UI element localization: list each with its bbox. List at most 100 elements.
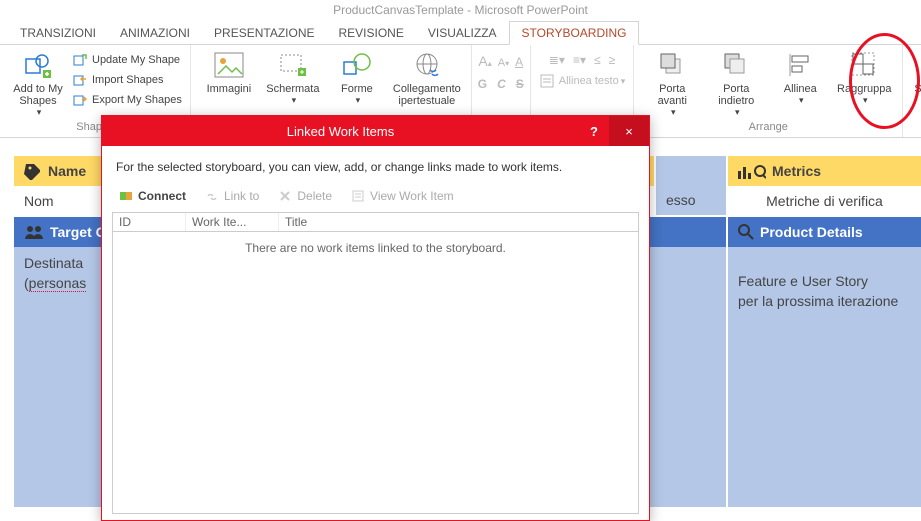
storyboard-links-button[interactable]: Storyboard Links — [909, 47, 921, 109]
porta-avanti-label: Porta avanti — [658, 83, 687, 107]
image-icon — [213, 49, 245, 81]
magnifier-icon — [738, 224, 754, 240]
details-body-l2: per la prossima iterazione — [738, 293, 898, 309]
tab-visualizza[interactable]: VISUALIZZA — [416, 22, 509, 44]
add-to-my-shapes-button[interactable]: Add to My Shapes ▾ — [6, 47, 70, 120]
group-icon — [848, 49, 880, 81]
schermata-label: Schermata — [266, 83, 319, 95]
tab-transizioni[interactable]: TRANSIZIONI — [8, 22, 108, 44]
collegamento-button[interactable]: Collegamento ipertestuale — [389, 47, 465, 109]
name-header-label: Name — [48, 163, 86, 179]
tab-animazioni[interactable]: ANIMAZIONI — [108, 22, 202, 44]
chevron-down-icon: ▾ — [671, 107, 676, 118]
allinea-label: Allinea — [784, 83, 817, 95]
decrease-font-button[interactable]: A▾ — [498, 57, 509, 69]
chevron-down-icon: ▾ — [356, 95, 361, 106]
allinea-testo-label: Allinea testo — [559, 75, 619, 87]
group-label-arrange: Arrange — [640, 121, 896, 135]
chevron-down-icon: ▾ — [799, 95, 804, 106]
immagini-label: Immagini — [207, 83, 252, 95]
outdent-button[interactable]: ≤ — [594, 53, 601, 67]
allinea-testo-button[interactable]: Allinea testo▾ — [537, 69, 627, 90]
align-text-icon — [539, 73, 555, 89]
add-to-my-shapes-label: Add to My Shapes — [13, 83, 63, 107]
porta-indietro-label: Porta indietro — [718, 83, 754, 107]
import-shapes-button[interactable]: Import Shapes — [70, 71, 184, 89]
link-to-label: Link to — [224, 189, 259, 203]
immagini-button[interactable]: Immagini — [197, 47, 261, 109]
forme-label: Forme — [341, 83, 373, 95]
shapes-plus-icon — [22, 49, 54, 81]
screenshot-icon — [277, 49, 309, 81]
link-to-icon — [204, 188, 220, 204]
shapes-icon — [341, 49, 373, 81]
connect-button[interactable]: Connect — [114, 186, 190, 206]
italic-button[interactable]: C — [497, 77, 506, 91]
update-shape-icon — [72, 52, 88, 68]
work-items-grid[interactable]: ID Work Ite... Title There are no work i… — [112, 212, 639, 514]
link-to-button[interactable]: Link to — [200, 186, 263, 206]
metrics-body-cell[interactable]: Metriche di verifica — [728, 187, 921, 215]
view-work-item-button[interactable]: View Work Item — [346, 186, 458, 206]
clear-format-button[interactable]: A — [515, 55, 523, 69]
delete-label: Delete — [297, 189, 332, 203]
indent-button[interactable]: ≥ — [609, 53, 616, 67]
align-icon — [784, 49, 816, 81]
dialog-title: Linked Work Items — [102, 124, 579, 139]
collegamento-label: Collegamento ipertestuale — [393, 83, 461, 107]
metrics-header-cell[interactable]: Metrics — [728, 156, 921, 186]
strike-button[interactable]: S — [516, 77, 524, 91]
details-header-cell[interactable]: Product Details — [728, 217, 921, 247]
metrics-header-label: Metrics — [772, 163, 821, 179]
bullets-button[interactable]: ≣▾ — [549, 53, 565, 67]
details-body-cell[interactable]: Feature e User Story per la prossima ite… — [728, 247, 921, 507]
numbering-button[interactable]: ≡▾ — [573, 53, 586, 67]
dialog-close-button[interactable]: × — [609, 116, 649, 146]
import-shapes-label: Import Shapes — [92, 74, 164, 86]
col-work-item[interactable]: Work Ite... — [186, 213, 279, 231]
forme-button[interactable]: Forme▾ — [325, 47, 389, 109]
update-my-shape-button[interactable]: Update My Shape — [70, 51, 184, 69]
chevron-down-icon: ▾ — [735, 107, 740, 118]
col-id[interactable]: ID — [113, 213, 186, 231]
target-header-label: Target G — [50, 224, 107, 240]
tag-icon — [24, 162, 42, 180]
hyperlink-icon — [411, 49, 443, 81]
bring-forward-icon — [656, 49, 688, 81]
schermata-button[interactable]: Schermata▾ — [261, 47, 325, 109]
details-body-l1: Feature e User Story — [738, 273, 868, 289]
ribbon-tabs: TRANSIZIONI ANIMAZIONI PRESENTAZIONE REV… — [0, 20, 921, 45]
export-my-shapes-label: Export My Shapes — [92, 94, 182, 106]
delete-icon — [277, 188, 293, 204]
chevron-down-icon: ▾ — [863, 95, 868, 106]
raggruppa-button[interactable]: Raggruppa▾ — [832, 47, 896, 120]
target-body-personas: personas — [29, 275, 87, 292]
allinea-button[interactable]: Allinea▾ — [768, 47, 832, 120]
export-my-shapes-button[interactable]: Export My Shapes — [70, 91, 184, 109]
dialog-help-button[interactable]: ? — [579, 124, 609, 139]
tab-presentazione[interactable]: PRESENTAZIONE — [202, 22, 326, 44]
porta-indietro-button[interactable]: Porta indietro▾ — [704, 47, 768, 120]
dialog-titlebar: Linked Work Items ? × — [102, 116, 649, 146]
send-backward-icon — [720, 49, 752, 81]
connect-icon — [118, 188, 134, 204]
dialog-description: For the selected storyboard, you can vie… — [102, 146, 649, 184]
target-body-l1: Destinata — [24, 255, 83, 271]
storyboard-links-label: Storyboard Links — [914, 83, 921, 107]
delete-button[interactable]: Delete — [273, 186, 336, 206]
tab-revisione[interactable]: REVISIONE — [327, 22, 416, 44]
connect-label: Connect — [138, 189, 186, 203]
chevron-down-icon: ▾ — [621, 76, 626, 87]
people-icon — [24, 224, 44, 240]
target-body-paren: ( — [24, 275, 29, 291]
view-item-icon — [350, 188, 366, 204]
view-label: View Work Item — [370, 189, 454, 203]
tab-storyboarding[interactable]: STORYBOARDING — [509, 21, 640, 45]
import-shapes-icon — [72, 72, 88, 88]
metrics-icon — [738, 163, 766, 179]
bold-button[interactable]: G — [478, 77, 487, 91]
porta-avanti-button[interactable]: Porta avanti▾ — [640, 47, 704, 120]
increase-font-button[interactable]: A▴ — [478, 53, 491, 69]
col-title[interactable]: Title — [279, 213, 638, 231]
dialog-toolbar: Connect Link to Delete View Work Item — [102, 184, 649, 212]
